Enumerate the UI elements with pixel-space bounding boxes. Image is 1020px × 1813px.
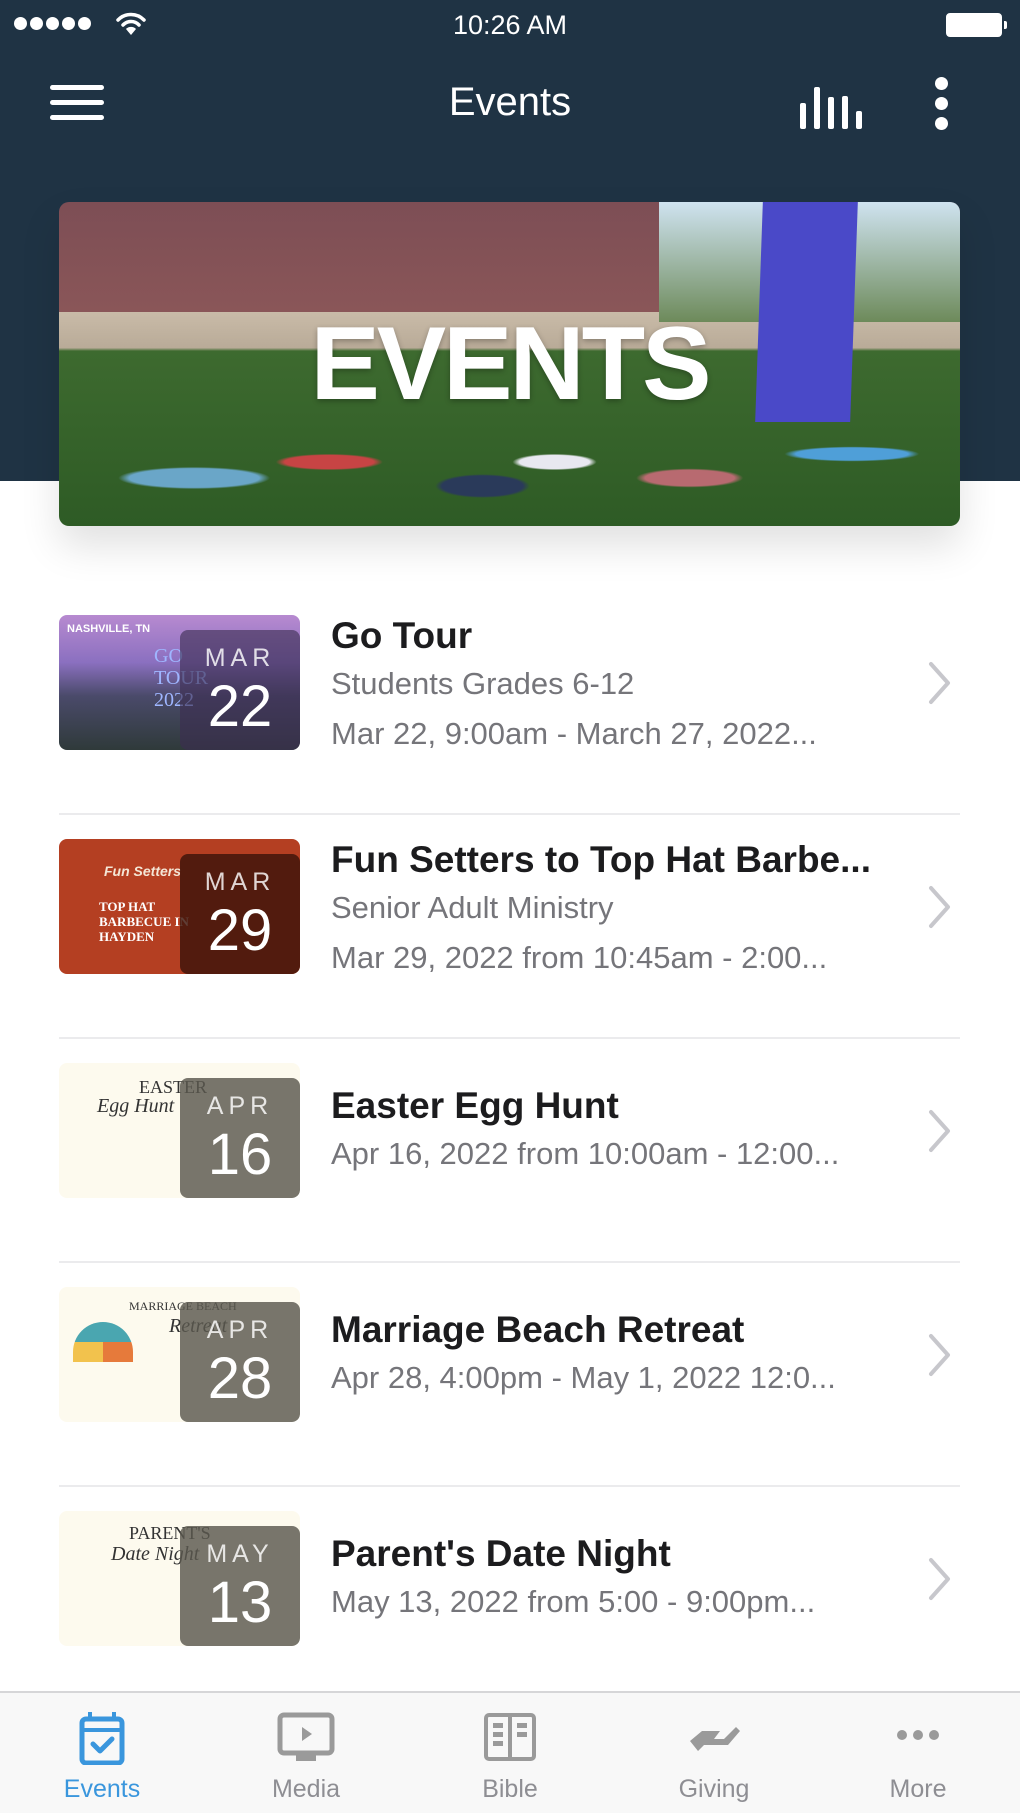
hamburger-icon[interactable] (50, 85, 104, 125)
event-datetime: Apr 16, 2022 from 10:00am - 12:00... (331, 1136, 840, 1171)
badge-day: 16 (207, 1122, 273, 1187)
tab-more[interactable]: More (816, 1693, 1020, 1813)
tab-events[interactable]: Events (0, 1693, 204, 1813)
bar-chart-icon[interactable] (800, 79, 862, 129)
thumbnail-caption: Fun Setters (104, 863, 182, 879)
event-title: Parent's Date Night (331, 1533, 671, 1574)
event-title: Easter Egg Hunt (331, 1085, 619, 1126)
event-datetime: Mar 29, 2022 from 10:45am - 2:00... (331, 940, 828, 975)
badge-day: 28 (207, 1346, 273, 1411)
chevron-right-icon (929, 1558, 950, 1600)
more-horizontal-icon (897, 1730, 939, 1740)
tab-media[interactable]: Media (204, 1693, 408, 1813)
badge-month: MAR (204, 868, 276, 896)
event-datetime: Mar 22, 9:00am - March 27, 2022... (331, 716, 817, 751)
chevron-right-icon (929, 886, 950, 928)
status-bar: 10:26 AM (0, 0, 1020, 50)
chevron-right-icon (929, 662, 950, 704)
badge-month: APR (206, 1316, 274, 1344)
event-thumbnail: PARENT'S Date Night MAY 13 (59, 1511, 300, 1646)
events-banner[interactable]: EVENTS (59, 202, 960, 526)
badge-day: 13 (207, 1570, 273, 1635)
event-title: Fun Setters to Top Hat Barbe... (331, 839, 871, 880)
tab-label: Events (63, 1775, 141, 1803)
calendar-check-icon (79, 1712, 125, 1765)
thumbnail-caption: NASHVILLE, TN (67, 623, 151, 635)
tab-label: Bible (482, 1775, 538, 1803)
banner-title: EVENTS (310, 305, 711, 422)
event-subtitle: Senior Adult Ministry (331, 890, 614, 925)
event-datetime: May 13, 2022 from 5:00 - 9:00pm... (331, 1584, 816, 1619)
chevron-right-icon (929, 1110, 950, 1152)
event-row[interactable]: MARRIAGE BEACH Retreat APR 28 Marriage B… (0, 1263, 1020, 1487)
event-title: Go Tour (331, 615, 473, 656)
event-datetime: Apr 28, 4:00pm - May 1, 2022 12:0... (331, 1360, 836, 1395)
date-badge: APR 28 (180, 1302, 300, 1422)
tab-label: Media (271, 1775, 341, 1803)
umbrella-illustration (73, 1322, 133, 1362)
page-title: Events (448, 80, 572, 124)
event-row[interactable]: PARENT'S Date Night MAY 13 Parent's Date… (0, 1487, 1020, 1711)
date-badge: MAY 13 (180, 1526, 300, 1646)
event-thumbnail: EASTER Egg Hunt APR 16 (59, 1063, 300, 1198)
tab-label: Giving (678, 1775, 750, 1803)
chevron-right-icon (929, 1334, 950, 1376)
event-thumbnail: NASHVILLE, TN GO TOUR 2022 MAR 22 (59, 615, 300, 750)
tv-play-icon (277, 1712, 335, 1761)
date-badge: MAR 29 (180, 854, 300, 974)
date-badge: APR 16 (180, 1078, 300, 1198)
badge-day: 22 (207, 674, 273, 739)
status-time: 10:26 AM (452, 10, 568, 40)
event-thumbnail: Fun Setters TOP HAT BARBECUE IN HAYDEN M… (59, 839, 300, 974)
event-row[interactable]: Fun Setters TOP HAT BARBECUE IN HAYDEN M… (0, 815, 1020, 1039)
event-row[interactable]: EASTER Egg Hunt APR 16 Easter Egg Hunt A… (0, 1039, 1020, 1263)
badge-month: APR (206, 1092, 274, 1120)
event-subtitle: Students Grades 6-12 (331, 666, 635, 701)
badge-month: MAR (204, 644, 276, 672)
battery-icon (946, 13, 1007, 37)
event-thumbnail: MARRIAGE BEACH Retreat APR 28 (59, 1287, 300, 1422)
event-list: NASHVILLE, TN GO TOUR 2022 MAR 22 Go Tou… (0, 591, 1020, 1711)
event-title: Marriage Beach Retreat (331, 1309, 745, 1350)
date-badge: MAR 22 (180, 630, 300, 750)
badge-month: MAY (206, 1540, 274, 1568)
navigation-bar: Events (0, 55, 1020, 155)
more-vertical-icon[interactable] (928, 77, 956, 133)
tab-bar: Events Media Bible Giving More (0, 1691, 1020, 1813)
tab-bible[interactable]: Bible (408, 1693, 612, 1813)
badge-day: 29 (207, 898, 273, 963)
open-book-icon (484, 1713, 536, 1761)
event-row[interactable]: NASHVILLE, TN GO TOUR 2022 MAR 22 Go Tou… (0, 591, 1020, 815)
giving-hand-icon (690, 1727, 740, 1751)
thumbnail-title: Egg Hunt (97, 1095, 175, 1117)
tab-giving[interactable]: Giving (612, 1693, 816, 1813)
tab-label: More (889, 1775, 947, 1803)
